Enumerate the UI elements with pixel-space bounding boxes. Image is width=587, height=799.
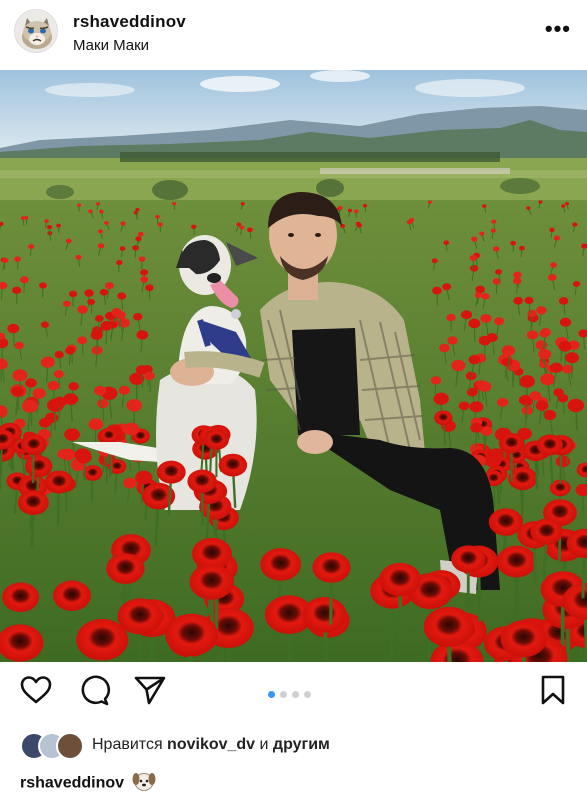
heart-icon <box>20 676 52 704</box>
likes-prefix: Нравится <box>92 736 168 753</box>
carousel-indicator <box>268 691 311 699</box>
likes-middle: и <box>255 736 273 753</box>
carousel-dot <box>304 691 311 698</box>
caption: rshaveddinov <box>20 770 156 797</box>
caption-username[interactable]: rshaveddinov <box>20 775 124 792</box>
comment-icon <box>81 675 111 706</box>
liker-avatars[interactable] <box>20 732 86 760</box>
post-location[interactable]: Маки Маки <box>73 37 149 54</box>
save-button[interactable] <box>535 672 571 708</box>
carousel-dot <box>292 691 299 698</box>
carousel-dot <box>268 691 275 698</box>
post-header: rshaveddinov Маки Маки ••• <box>0 0 587 68</box>
avatar[interactable] <box>14 9 58 53</box>
liker-username[interactable]: novikov_dv <box>167 736 255 753</box>
bookmark-icon <box>541 675 565 705</box>
carousel-dot <box>280 691 287 698</box>
likes-others[interactable]: другим <box>273 736 330 753</box>
post-username[interactable]: rshaveddinov <box>73 12 186 32</box>
poppy-field-photo <box>0 70 587 662</box>
liker-avatar <box>56 732 84 760</box>
post-photo[interactable] <box>0 70 587 662</box>
more-options-button[interactable]: ••• <box>545 18 571 40</box>
dog-face-emoji-icon <box>132 770 156 797</box>
share-button[interactable] <box>132 672 168 708</box>
likes-text[interactable]: Нравится novikov_dv и другим <box>92 736 330 754</box>
send-icon <box>134 676 166 705</box>
likes-row: Нравится novikov_dv и другим <box>20 732 580 760</box>
like-button[interactable] <box>18 672 54 708</box>
cat-avatar-icon <box>15 10 57 52</box>
comment-button[interactable] <box>76 672 112 708</box>
